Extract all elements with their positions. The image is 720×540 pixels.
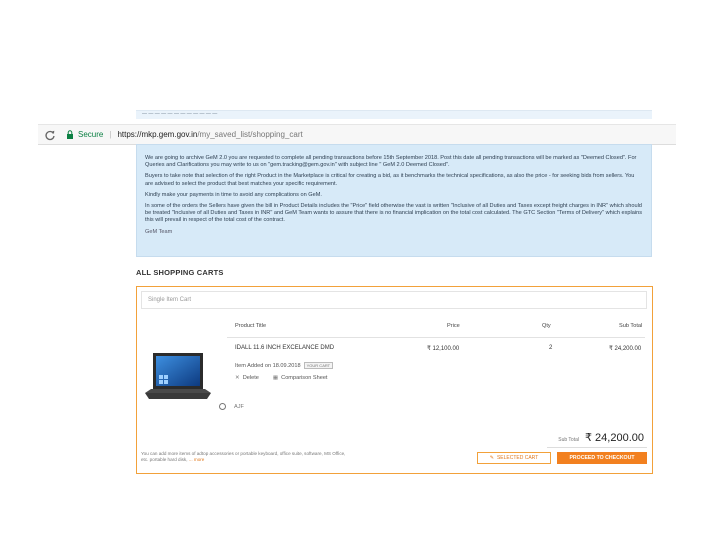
header-divider [227, 337, 645, 338]
reload-icon[interactable] [44, 129, 56, 141]
item-actions: ✕ Delete ▦ Comparison Sheet [235, 375, 328, 381]
subtotal-value: ₹ 24,200.00 [585, 432, 644, 444]
item-price: ₹ 12,100.00 [427, 346, 460, 352]
column-header-subtotal: Sub Total [619, 323, 643, 329]
section-title: ALL SHOPPING CARTS [136, 268, 224, 277]
product-title[interactable]: IDALL 11.6 INCH EXCELANCE DMD [235, 345, 334, 351]
secure-label: Secure [78, 130, 104, 139]
proceed-to-checkout-button[interactable]: PROCEED TO CHECKOUT [557, 452, 647, 464]
notice-orders-text: In some of the orders the Sellers have g… [145, 203, 643, 224]
laptop-product-image[interactable] [143, 349, 213, 403]
column-header-price: Price [447, 323, 460, 329]
footer-note-text-2: etc. portable hard disk, [141, 457, 188, 463]
footer-note-text: You can add more items of adtop accessor… [141, 451, 346, 456]
comparison-label: Comparison Sheet [281, 375, 328, 381]
cart-subtotal: Sub Total ₹ 24,200.00 [558, 431, 644, 444]
delete-button[interactable]: ✕ Delete [235, 375, 259, 381]
settings-icon[interactable] [219, 403, 226, 410]
notice-panel: We are going to archive GeM 2.0 you are … [136, 144, 652, 257]
close-icon: ✕ [235, 375, 240, 381]
notice-product-selection-text: Buyers to take note that selection of th… [145, 173, 635, 187]
notice-archive-text: We are going to archive GeM 2.0 you are … [145, 155, 637, 169]
extra-label: AJF [234, 403, 244, 410]
item-subtotal: ₹ 24,200.00 [609, 346, 642, 352]
address-separator: | [109, 130, 112, 139]
cart-footer-note: You can add more items of adtop accessor… [141, 451, 401, 463]
column-header-product: Product Title [235, 323, 267, 329]
top-strip-text: — — — — — — — — — — — — [142, 111, 218, 117]
item-extra-icons: AJF [219, 403, 244, 410]
table-icon: ▦ [272, 375, 279, 381]
subtotal-label: Sub Total [558, 437, 579, 443]
item-added-info: Item Added on 18.09.2018 YOUR CART [235, 362, 334, 369]
url-host: https://mkp.gem.gov.in [117, 130, 198, 139]
selected-cart-label: SELECTED CART [496, 455, 539, 461]
selected-cart-button[interactable]: ✎ SELECTED CART [477, 452, 551, 464]
subtotal-divider [547, 447, 647, 448]
browser-address-bar[interactable]: Secure | https://mkp.gem.gov.in/my_saved… [38, 124, 676, 145]
item-added-date: Item Added on 18.09.2018 [235, 362, 301, 369]
item-quantity[interactable]: 2 [549, 345, 552, 351]
comparison-sheet-button[interactable]: ▦ Comparison Sheet [273, 375, 328, 381]
page-top-strip: — — — — — — — — — — — — [136, 110, 652, 119]
column-header-qty: Qty [542, 323, 551, 329]
url-text[interactable]: https://mkp.gem.gov.in/my_saved_list/sho… [117, 130, 302, 139]
notice-signature: GeM Team [145, 228, 173, 235]
url-path: /my_saved_list/shopping_cart [197, 130, 303, 139]
delete-label: Delete [242, 375, 259, 381]
notice-payment-text: Kindly make your payments in time to avo… [145, 191, 322, 198]
cart-type-header[interactable]: Single Item Cart [141, 291, 647, 309]
shopping-cart-panel: Single Item Cart Product Title Price Qty… [136, 286, 653, 474]
lock-icon [67, 130, 73, 139]
more-link[interactable]: ... more [189, 457, 205, 462]
cart-badge: YOUR CART [303, 362, 334, 369]
edit-icon: ✎ [489, 455, 494, 461]
